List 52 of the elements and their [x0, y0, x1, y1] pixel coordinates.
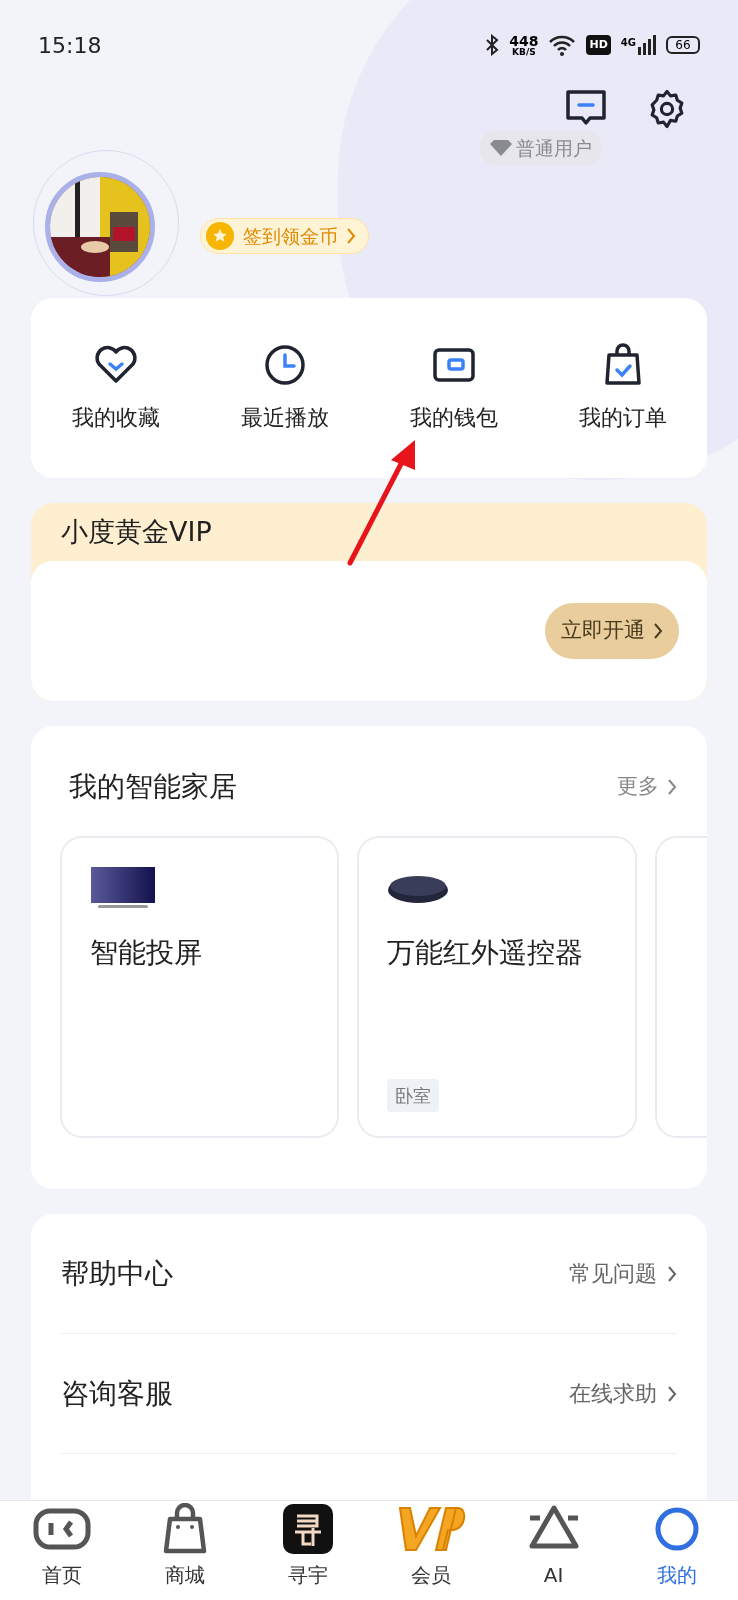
chevron-icon — [667, 778, 677, 796]
shortcut-item[interactable]: 我的收藏 — [31, 342, 200, 434]
shopping-bag-icon — [161, 1503, 208, 1555]
user-level: 普通用户 — [516, 135, 592, 161]
message-icon[interactable] — [564, 88, 608, 128]
nav-tab[interactable]: 首页 — [0, 1501, 123, 1600]
network-type: 4G — [620, 36, 636, 50]
clock-time: 15:18 — [38, 31, 102, 60]
help-row[interactable]: 咨询客服 在线求助 — [61, 1334, 677, 1454]
wallet-icon — [431, 346, 476, 383]
nav-tab[interactable]: AI — [492, 1501, 615, 1600]
heart-icon — [93, 344, 138, 385]
nav-tab[interactable]: 商城 — [123, 1501, 246, 1600]
diamond-icon — [490, 140, 512, 156]
help-label: 帮助中心 — [61, 1255, 173, 1292]
more-link[interactable]: 更多 — [617, 771, 677, 803]
device-name: 万能红外遥控器 — [387, 935, 585, 971]
nav-tab[interactable]: 我的 — [615, 1501, 738, 1600]
shortcut-item[interactable]: 我的钱包 — [369, 342, 538, 434]
help-label: 咨询客服 — [61, 1375, 173, 1412]
bluetooth-icon — [485, 34, 500, 56]
device-card[interactable]: 智能投屏 — [60, 836, 340, 1138]
signal-icon — [638, 35, 656, 55]
nav-tab[interactable]: 会员 — [369, 1501, 492, 1600]
clock-icon — [263, 343, 306, 386]
network-speed: 448 — [509, 33, 539, 48]
shopping-bag-icon — [602, 342, 643, 387]
chevron-icon — [653, 622, 663, 640]
open-vip-button[interactable]: 立即开通 — [545, 603, 679, 659]
ring-icon — [653, 1506, 700, 1552]
help-link[interactable]: 在线求助 — [569, 1377, 677, 1410]
tv-icon — [90, 867, 156, 909]
tv-face-icon — [32, 1508, 91, 1550]
help-link[interactable]: 常见问题 — [569, 1257, 677, 1290]
shortcut-item[interactable]: 最近播放 — [200, 342, 369, 434]
vip-title: 小度黄金VIP — [61, 514, 212, 549]
device-name: 智能投屏 — [90, 935, 203, 971]
star-coin-icon — [205, 221, 235, 251]
shortcut-item[interactable]: 我的订单 — [538, 342, 707, 434]
device-card[interactable]: 万能红外遥控器 卧室 — [357, 836, 637, 1138]
nav-tab[interactable]: 寻宇 — [246, 1501, 369, 1600]
app-logo-icon — [282, 1504, 333, 1554]
battery-indicator: 66 — [666, 36, 700, 54]
wifi-icon — [548, 34, 577, 56]
room-tag: 卧室 — [387, 1079, 440, 1112]
speed-unit: KB/S — [512, 47, 536, 57]
chevron-icon — [667, 1264, 677, 1283]
chevron-icon — [667, 1384, 677, 1403]
hd-badge: HD — [586, 34, 611, 56]
chevron-icon — [346, 227, 356, 245]
help-row[interactable]: 帮助中心 常见问题 — [61, 1214, 677, 1334]
section-title: 我的智能家居 — [69, 769, 237, 805]
